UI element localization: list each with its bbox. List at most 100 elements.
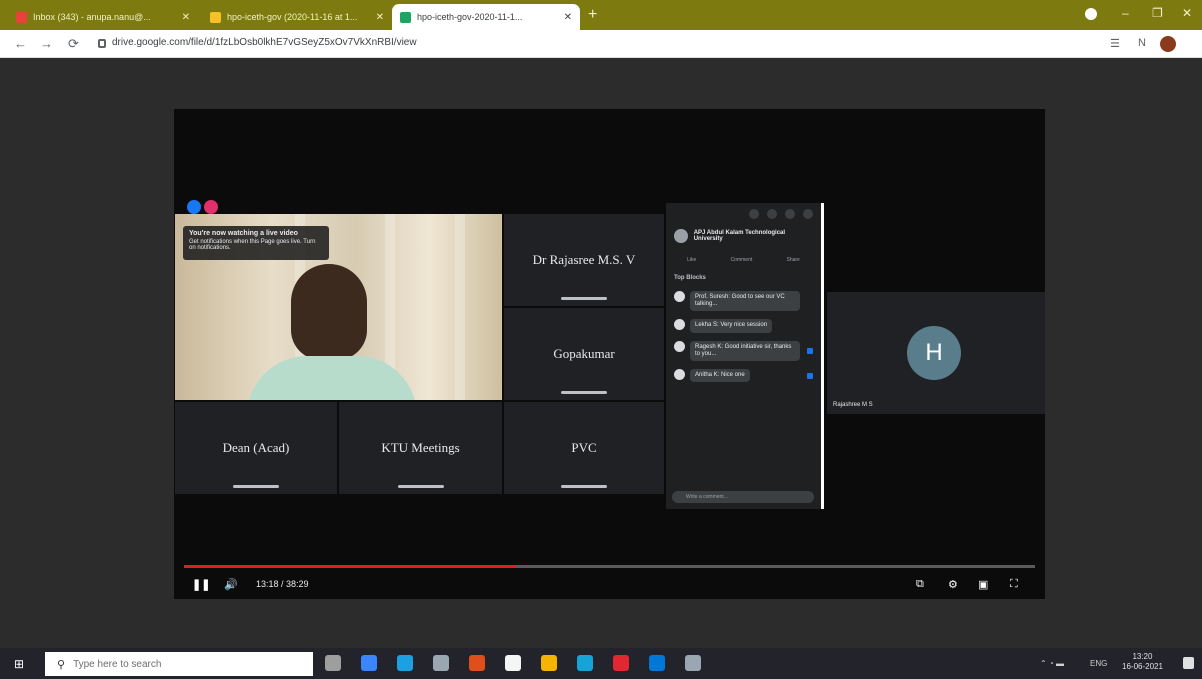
captions-icon[interactable]: ⧉ [916, 575, 924, 593]
extensions-icon[interactable]: ☰ [1110, 37, 1120, 50]
fullscreen-icon[interactable]: ⛶ [1010, 575, 1018, 593]
acrobat-icon[interactable] [613, 655, 629, 671]
chat-message: Anitha K: Nice one [666, 365, 821, 386]
gmail-icon [16, 11, 27, 23]
url-input[interactable]: drive.google.com/file/d/1fzLbOsb0lkhE7vG… [112, 37, 417, 48]
search-icon: ⚲ [57, 658, 66, 671]
office-icon[interactable] [469, 655, 485, 671]
comment-button[interactable]: Comment [731, 257, 753, 263]
file-explorer-icon[interactable] [361, 655, 377, 671]
close-icon[interactable]: ✕ [182, 12, 190, 23]
tab-title: Inbox (343) - anupa.nanu@... [33, 12, 151, 22]
video-frame: You're now watching a live video Get not… [174, 109, 826, 599]
participant-tile: PVC [504, 402, 664, 494]
drive-icon [400, 11, 411, 23]
forward-icon[interactable]: → [40, 36, 53, 51]
clock-time: 13:20 [1132, 652, 1153, 661]
time-display: 13:18 / 38:29 [256, 579, 309, 589]
reload-icon[interactable]: ⟳ [68, 36, 79, 52]
speaker-head [291, 264, 367, 360]
system-clock[interactable]: 13:20 16-06-2021 [1122, 652, 1163, 671]
chat-heading: Top Blocks [674, 275, 706, 281]
tab-title: hpo-iceth-gov (2020-11-16 at 1... [227, 12, 358, 22]
live-notice: You're now watching a live video Get not… [183, 226, 329, 260]
close-window-button[interactable]: ✕ [1182, 6, 1192, 20]
volume-icon[interactable]: 🔊 [224, 575, 238, 593]
host-name[interactable]: APJ Abdul Kalam Technological University [694, 230, 813, 242]
message-text: Lekha S: Very nice session [690, 319, 773, 333]
settings-icon[interactable]: ⚙ [948, 575, 958, 593]
tab-title: hpo-iceth-gov-2020-11-1... [417, 12, 523, 22]
profile-icon[interactable] [1085, 8, 1097, 20]
chat-toolbar [666, 203, 821, 225]
mic-bar [561, 391, 607, 394]
drive-icon [210, 11, 221, 23]
message-text: Anitha K: Nice one [690, 368, 750, 383]
mail-icon[interactable] [649, 655, 665, 671]
minimize-button[interactable]: – [1122, 6, 1129, 20]
facebook-icon [187, 200, 201, 214]
tab-inbox[interactable]: Inbox (343) - anupa.nanu@... ✕ [8, 4, 198, 30]
user-avatar [674, 291, 685, 302]
chat-message: Prof. Suresh: Good to see our VC talking… [666, 287, 821, 315]
search-placeholder: Type here to search [73, 658, 162, 670]
back-icon[interactable]: ← [14, 36, 27, 51]
message-text: Prof. Suresh: Good to see our VC talking… [690, 291, 800, 312]
clock-date: 16-06-2021 [1122, 661, 1163, 671]
progress-bar[interactable] [184, 565, 1035, 568]
tab-drive-video[interactable]: hpo-iceth-gov-2020-11-1... ✕ [392, 4, 580, 30]
new-tab-button[interactable]: + [588, 6, 597, 24]
participant-name: PVC [571, 440, 597, 455]
chrome-icon[interactable] [541, 655, 557, 671]
participant-tile: KTU Meetings [339, 402, 502, 494]
app-blue-icon[interactable] [577, 655, 593, 671]
like-button[interactable]: Like [687, 257, 696, 263]
mic-bar [233, 485, 279, 488]
instagram-icon [204, 200, 218, 214]
pause-button[interactable]: ❚❚ [192, 575, 210, 593]
lock-icon[interactable] [98, 39, 106, 48]
app-a-icon[interactable] [505, 655, 521, 671]
account-avatar[interactable] [1160, 36, 1176, 52]
settings-icon[interactable] [767, 209, 777, 219]
taskbar-search[interactable]: ⚲ Type here to search [45, 652, 313, 676]
side-participant-tile: H Rajashree M S [827, 292, 1045, 414]
chat-message: Ragesh K: Good initiative sir, thanks to… [666, 337, 821, 365]
curtain-decor [455, 214, 465, 400]
speaker-camera: You're now watching a live video Get not… [175, 214, 502, 400]
host-avatar [674, 229, 688, 243]
close-icon[interactable] [803, 209, 813, 219]
chat-host: APJ Abdul Kalam Technological University [666, 225, 821, 247]
mic-bar [397, 485, 444, 488]
notification-icon[interactable] [1183, 657, 1194, 669]
share-button[interactable]: Share [787, 257, 800, 263]
participant-name: Rajashree M S [833, 402, 873, 408]
language-indicator[interactable]: ENG [1090, 659, 1107, 668]
windows-taskbar: ⊞ ⚲ Type here to search ⌃ ◔ ▬ ENG 13:20 … [0, 648, 1202, 679]
user-avatar [674, 340, 685, 352]
windows-start-icon[interactable]: ⊞ [14, 657, 26, 671]
settings-app-icon[interactable] [685, 655, 701, 671]
tab-drive-file[interactable]: hpo-iceth-gov (2020-11-16 at 1... ✕ [202, 4, 392, 30]
video-player[interactable]: You're now watching a live video Get not… [174, 109, 1045, 599]
participant-tile: Dr Rajasree M.S. V [504, 214, 664, 306]
expand-icon[interactable] [785, 209, 795, 219]
user-avatar [674, 319, 685, 331]
close-icon[interactable]: ✕ [564, 12, 572, 23]
participant-name: Gopakumar [553, 346, 615, 361]
minimize-icon[interactable] [749, 209, 759, 219]
extension-n-icon[interactable]: N [1138, 37, 1146, 49]
reaction-icon [807, 347, 813, 354]
edge-icon[interactable] [397, 655, 413, 671]
comment-input[interactable]: Write a comment... [672, 491, 814, 503]
message-text: Ragesh K: Good initiative sir, thanks to… [690, 340, 800, 361]
progress-fill [184, 565, 516, 568]
tray-icons[interactable]: ⌃ ◔ ▬ [1040, 659, 1064, 668]
mic-bar [561, 297, 607, 300]
store-icon[interactable] [433, 655, 449, 671]
close-icon[interactable]: ✕ [376, 12, 384, 23]
miniplayer-icon[interactable]: ▣ [978, 575, 988, 593]
task-view-icon[interactable] [325, 655, 341, 671]
maximize-button[interactable]: ❐ [1152, 6, 1163, 20]
chat-message: Lekha S: Very nice session [666, 315, 821, 336]
